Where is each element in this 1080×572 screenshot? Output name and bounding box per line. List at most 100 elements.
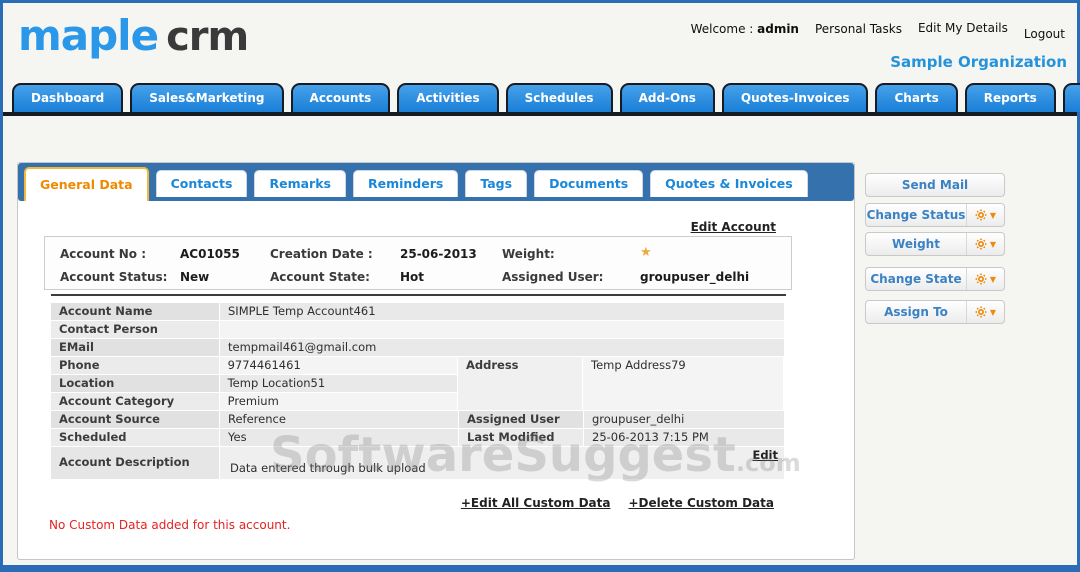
table-row: EMail tempmail461@gmail.com xyxy=(51,339,786,356)
custom-data-links: +Edit All Custom Data +Delete Custom Dat… xyxy=(461,496,774,510)
table-row: Phone 9774461461 xyxy=(51,357,458,374)
dropdown-arrow-icon: ▼ xyxy=(989,307,997,317)
edit-description-link[interactable]: Edit xyxy=(752,448,778,462)
account-actions-sidebar: Send Mail Change Status ▼ Weight ▼ Chang… xyxy=(865,173,1005,324)
delete-custom-data-link[interactable]: +Delete Custom Data xyxy=(628,496,774,510)
table-row: Contact Person xyxy=(51,321,786,338)
nav-tab[interactable]: Help xyxy=(1062,83,1080,112)
field-label: Contact Person xyxy=(51,321,219,338)
action-button-list: Change Status ▼ Weight ▼ Change State ▼ … xyxy=(865,203,1005,324)
field-label: Account Source xyxy=(51,411,219,428)
assigned-user-value: groupuser_delhi xyxy=(640,270,750,284)
subtab[interactable]: Tags xyxy=(465,170,528,197)
send-mail-button[interactable]: Send Mail xyxy=(865,173,1005,197)
field-value: SIMPLE Temp Account461 xyxy=(220,303,784,320)
section-divider xyxy=(51,294,786,296)
maple-crm-account-page: { "brand": { "logo_maple": "maple", "log… xyxy=(0,0,1080,572)
action-button-label[interactable]: Change Status xyxy=(866,208,966,222)
creation-date-value: 25-06-2013 xyxy=(400,247,477,261)
account-status-label: Account Status: xyxy=(60,270,168,284)
assigned-user-label: Assigned User: xyxy=(502,270,604,284)
field-label: Phone xyxy=(51,357,219,374)
action-dropdown-toggle[interactable]: ▼ xyxy=(966,301,1004,323)
logo-maple: maple xyxy=(18,11,159,60)
action-split-button: Assign To ▼ xyxy=(865,300,1005,324)
field-value: Temp Address79 xyxy=(583,357,783,410)
welcome-username: admin xyxy=(757,21,799,36)
subtab[interactable]: Documents xyxy=(534,170,644,197)
account-details-table: Account Name SIMPLE Temp Account461 Cont… xyxy=(51,303,786,479)
field-value: Premium xyxy=(219,393,457,410)
subtab[interactable]: General Data xyxy=(24,167,149,201)
account-status-value: New xyxy=(180,270,210,284)
field-label: Scheduled xyxy=(51,429,219,446)
account-detail-panel: General Data Contacts Remarks Reminders Tags… xyxy=(17,162,855,560)
organization-name: Sample Organization xyxy=(890,53,1067,71)
nav-tab[interactable]: Charts xyxy=(875,83,958,112)
nav-tab[interactable]: Reports xyxy=(964,83,1056,112)
action-split-button: Change Status ▼ xyxy=(865,203,1005,227)
action-button-label[interactable]: Change State xyxy=(866,272,966,286)
creation-date-label: Creation Date : xyxy=(270,247,373,261)
account-no-value: AC01055 xyxy=(180,247,240,261)
account-subtabs: General Data Contacts Remarks Reminders Tags… xyxy=(18,163,854,201)
header-links: Welcome : admin Personal Tasks Edit My De… xyxy=(691,16,1065,41)
dropdown-arrow-icon: ▼ xyxy=(989,239,997,249)
action-button-label[interactable]: Assign To xyxy=(866,305,966,319)
nav-tab[interactable]: Quotes-Invoices xyxy=(721,83,869,112)
header-link[interactable]: Logout xyxy=(1024,27,1065,41)
table-row-description: Account Description Data entered through… xyxy=(51,447,786,479)
field-label: Account Name xyxy=(51,303,219,320)
field-label: Address xyxy=(458,357,582,410)
weight-star-icon: ★ xyxy=(640,245,652,260)
description-text: Data entered through bulk upload xyxy=(230,461,426,475)
table-row: Account Name SIMPLE Temp Account461 xyxy=(51,303,786,320)
action-dropdown-toggle[interactable]: ▼ xyxy=(966,268,1004,290)
field-label: Assigned User xyxy=(459,411,583,428)
field-value: 9774461461 xyxy=(219,357,457,374)
dropdown-arrow-icon: ▼ xyxy=(989,274,997,284)
action-button-label[interactable]: Weight xyxy=(866,237,966,251)
header-link[interactable]: Edit My Details xyxy=(918,21,1008,41)
weight-label: Weight: xyxy=(502,247,555,261)
gear-icon xyxy=(974,209,987,221)
account-state-label: Account State: xyxy=(270,270,370,284)
account-state-value: Hot xyxy=(400,270,425,284)
action-dropdown-toggle[interactable]: ▼ xyxy=(966,204,1004,226)
subtab[interactable]: Reminders xyxy=(352,170,459,197)
gear-icon xyxy=(974,306,987,318)
main-nav: Dashboard Sales&Marketing Accounts Activiti… xyxy=(3,82,1080,116)
field-value: groupuser_delhi xyxy=(584,411,784,428)
table-row-group: Phone 9774461461 Location Temp Location5… xyxy=(51,357,786,410)
nav-tab[interactable]: Add-Ons xyxy=(619,83,715,112)
field-label: Last Modified xyxy=(459,429,583,446)
header-link-list: Personal Tasks Edit My Details Logout xyxy=(815,16,1065,41)
edit-account-link[interactable]: Edit Account xyxy=(691,220,776,234)
header-link[interactable]: Personal Tasks xyxy=(815,22,902,41)
table-row: Scheduled Yes Last Modified 25-06-2013 7… xyxy=(51,429,786,446)
subtab[interactable]: Remarks xyxy=(254,170,346,197)
subtab[interactable]: Quotes & Invoices xyxy=(650,170,808,197)
edit-all-custom-data-link[interactable]: +Edit All Custom Data xyxy=(461,496,611,510)
action-split-button: Weight ▼ xyxy=(865,232,1005,256)
action-dropdown-toggle[interactable]: ▼ xyxy=(966,233,1004,255)
nav-tab[interactable]: Schedules xyxy=(505,83,613,112)
welcome-prefix: Welcome : xyxy=(690,21,758,36)
nav-tab[interactable]: Activities xyxy=(397,83,499,112)
field-label: EMail xyxy=(51,339,219,356)
nav-tab[interactable]: Accounts xyxy=(290,83,391,112)
table-row: Account Category Premium xyxy=(51,393,458,410)
welcome-text: Welcome : admin xyxy=(691,22,799,36)
subtab[interactable]: Contacts xyxy=(155,170,248,197)
table-row: Account Source Reference Assigned User g… xyxy=(51,411,786,428)
app-logo: maple crm xyxy=(18,11,249,60)
logo-crm: crm xyxy=(166,14,249,60)
gear-icon xyxy=(974,273,987,285)
account-no-label: Account No : xyxy=(60,247,147,261)
dropdown-arrow-icon: ▼ xyxy=(989,210,997,220)
account-summary-box: Account No : AC01055 Creation Date : 25-… xyxy=(44,236,792,290)
nav-tab[interactable]: Dashboard xyxy=(12,83,124,112)
nav-tab[interactable]: Sales&Marketing xyxy=(130,83,284,112)
field-label: Location xyxy=(51,375,219,392)
field-value: Data entered through bulk upload Edit xyxy=(220,447,784,479)
